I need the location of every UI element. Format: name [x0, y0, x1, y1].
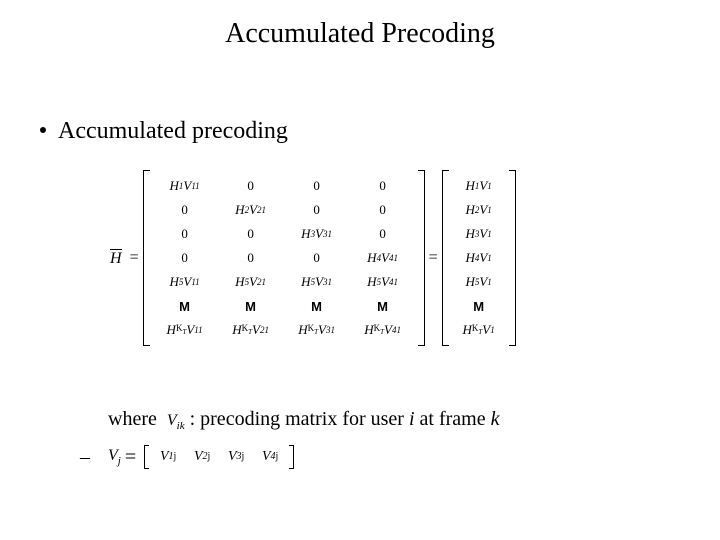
where-desc: at frame [415, 408, 491, 430]
matrix-cell: H5V11 [152, 270, 218, 294]
vector-cell: H5V1 [451, 270, 507, 294]
matrix-cell: 0 [218, 222, 284, 246]
bullet-item: Accumulated precoding [40, 118, 288, 145]
vj-row-vector: V1j V2j V3j V4j [144, 445, 294, 469]
vector-cell: H1V1 [451, 174, 507, 198]
lhs-hbar: H [110, 249, 122, 268]
matrix-cell: 0 [152, 222, 218, 246]
matrix-cell: 0 [350, 222, 416, 246]
right-bracket-icon [509, 170, 516, 346]
where-symbol: Vik [167, 412, 185, 429]
where-label: where [108, 408, 157, 430]
matrix-cell: 0 [284, 174, 350, 198]
vdots-icon: M [218, 294, 284, 318]
matrix-cell: 0 [284, 246, 350, 270]
matrix-cell: H1V11 [152, 174, 218, 198]
vj-cell: V1j [151, 447, 185, 467]
matrix-cell: HKTV41 [350, 318, 416, 342]
equation: H = H1V11 0 0 0 0 H2V21 0 0 0 0 H3V31 0 … [110, 170, 660, 346]
where-clause: where Vik : precoding matrix for user i … [108, 408, 500, 432]
left-bracket-icon [442, 170, 449, 346]
dash-icon: – [80, 446, 90, 469]
vdots-icon: M [451, 294, 507, 318]
matrix-cell: 0 [152, 198, 218, 222]
matrix-cell: 0 [350, 174, 416, 198]
matrix-cell: 0 [218, 174, 284, 198]
matrix-cell: H5V41 [350, 270, 416, 294]
equals-sign: = [429, 249, 438, 267]
matrix-cell: HKTV21 [218, 318, 284, 342]
slide: Accumulated Precoding Accumulated precod… [0, 0, 720, 540]
block-matrix: H1V11 0 0 0 0 H2V21 0 0 0 0 H3V31 0 0 0 … [143, 170, 425, 346]
matrix-cell: H4V41 [350, 246, 416, 270]
matrix-cell: 0 [152, 246, 218, 270]
matrix-cell: 0 [218, 246, 284, 270]
matrix-cell: 0 [350, 198, 416, 222]
result-vector: H1V1 H2V1 H3V1 H4V1 H5V1 M HKTV1 [442, 170, 516, 346]
vj-cell: V2j [185, 447, 219, 467]
where-desc: : precoding matrix for user [185, 408, 409, 430]
sub-bullet: – Vj = V1j V2j V3j V4j [80, 445, 294, 469]
vector-cell: H3V1 [451, 222, 507, 246]
slide-title: Accumulated Precoding [0, 18, 720, 50]
equals-sign: = [125, 446, 136, 469]
vj-cell: V3j [219, 447, 253, 467]
matrix-cell: H5V21 [218, 270, 284, 294]
vector-cell: H4V1 [451, 246, 507, 270]
matrix-cell: HKTV11 [152, 318, 218, 342]
right-bracket-icon [289, 445, 294, 469]
vdots-icon: M [152, 294, 218, 318]
matrix-cell: H2V21 [218, 198, 284, 222]
matrix-cell: H5V31 [284, 270, 350, 294]
equals-sign: = [130, 249, 139, 267]
right-bracket-icon [418, 170, 425, 346]
left-bracket-icon [143, 170, 150, 346]
where-k: k [491, 408, 500, 430]
vector-cell: H2V1 [451, 198, 507, 222]
vector-cell: HKTV1 [451, 318, 507, 342]
vj-cell: V4j [253, 447, 287, 467]
matrix-cell: H3V31 [284, 222, 350, 246]
vdots-icon: M [284, 294, 350, 318]
matrix-cell: HKTV31 [284, 318, 350, 342]
vdots-icon: M [350, 294, 416, 318]
vj-lhs: Vj [108, 447, 121, 467]
bullet-dot-icon [40, 127, 46, 133]
bullet-text: Accumulated precoding [58, 118, 288, 144]
matrix-cell: 0 [284, 198, 350, 222]
